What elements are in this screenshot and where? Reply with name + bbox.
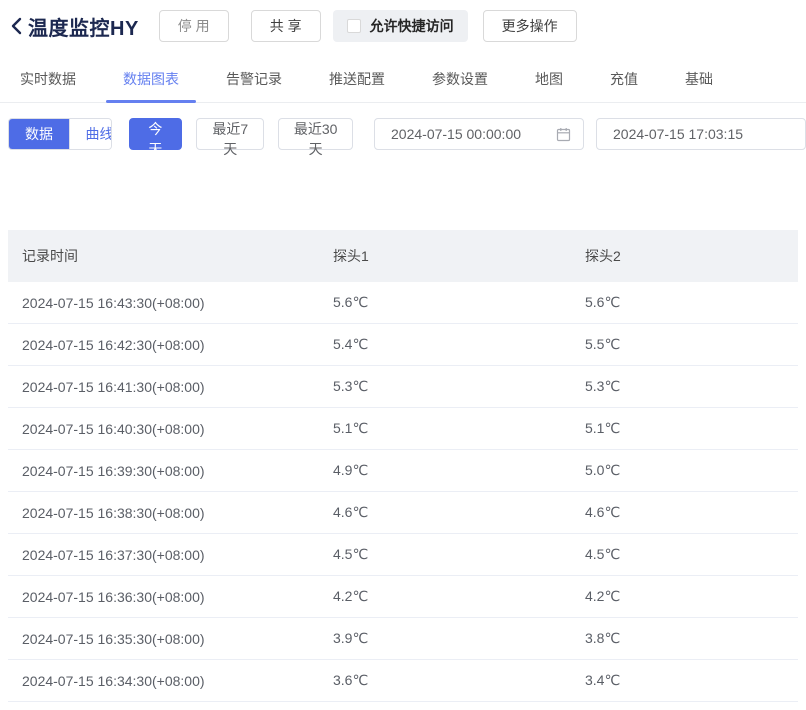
page-title: 温度监控HY — [28, 12, 139, 41]
column-header-record-time: 记录时间 — [8, 246, 319, 266]
record-time-cell: 2024-07-15 16:41:30(+08:00) — [8, 379, 319, 395]
tab-7[interactable]: 基础 — [685, 69, 713, 89]
record-time-cell: 2024-07-15 16:34:30(+08:00) — [8, 673, 319, 689]
stop-button[interactable]: 停 用 — [159, 10, 229, 42]
probe1-cell: 5.6℃ — [319, 294, 571, 311]
probe2-cell: 4.6℃ — [571, 504, 798, 521]
tab-5[interactable]: 地图 — [535, 69, 563, 89]
record-time-cell: 2024-07-15 16:39:30(+08:00) — [8, 463, 319, 479]
column-header-probe2: 探头2 — [571, 246, 798, 266]
record-time-cell: 2024-07-15 16:43:30(+08:00) — [8, 295, 319, 311]
table-row: 2024-07-15 16:39:30(+08:00)4.9℃5.0℃ — [8, 450, 798, 492]
probe2-cell: 5.0℃ — [571, 462, 798, 479]
back-button[interactable] — [6, 14, 26, 38]
probe1-cell: 5.3℃ — [319, 378, 571, 395]
end-datetime-value: 2024-07-15 17:03:15 — [613, 126, 793, 142]
record-time-cell: 2024-07-15 16:42:30(+08:00) — [8, 337, 319, 353]
tab-3[interactable]: 推送配置 — [329, 69, 385, 89]
table-row: 2024-07-15 16:35:30(+08:00)3.9℃3.8℃ — [8, 618, 798, 660]
range-7days-button[interactable]: 最近7天 — [196, 118, 264, 150]
start-datetime-input[interactable]: 2024-07-15 00:00:00 — [374, 118, 584, 150]
table-row: 2024-07-15 16:38:30(+08:00)4.6℃4.6℃ — [8, 492, 798, 534]
quick-access-label: 允许快捷访问 — [370, 16, 454, 36]
tabs-bar: 实时数据 数据图表 告警记录 推送配置 参数设置 地图 充值 基础 — [0, 69, 806, 103]
column-header-probe1: 探头1 — [319, 246, 571, 266]
tab-1[interactable]: 数据图表 — [123, 69, 179, 89]
tab-6[interactable]: 充值 — [610, 69, 638, 89]
record-time-cell: 2024-07-15 16:40:30(+08:00) — [8, 421, 319, 437]
app-header: 温度监控HY 停 用 共 享 允许快捷访问 更多操作 — [6, 9, 806, 43]
share-button[interactable]: 共 享 — [251, 10, 321, 42]
record-time-cell: 2024-07-15 16:35:30(+08:00) — [8, 631, 319, 647]
end-datetime-input[interactable]: 2024-07-15 17:03:15 — [596, 118, 806, 150]
filter-row: 数据 曲线 今天 最近7天 最近30天 2024-07-15 00:00:00 … — [8, 118, 806, 150]
record-time-cell: 2024-07-15 16:38:30(+08:00) — [8, 505, 319, 521]
table-row: 2024-07-15 16:41:30(+08:00)5.3℃5.3℃ — [8, 366, 798, 408]
probe1-cell: 5.4℃ — [319, 336, 571, 353]
range-today-button[interactable]: 今天 — [129, 118, 183, 150]
table-row: 2024-07-15 16:42:30(+08:00)5.4℃5.5℃ — [8, 324, 798, 366]
probe2-cell: 4.2℃ — [571, 588, 798, 605]
record-time-cell: 2024-07-15 16:37:30(+08:00) — [8, 547, 319, 563]
record-time-cell: 2024-07-15 16:36:30(+08:00) — [8, 589, 319, 605]
tab-0[interactable]: 实时数据 — [20, 69, 76, 89]
probe2-cell: 5.5℃ — [571, 336, 798, 353]
probe2-cell: 4.5℃ — [571, 546, 798, 563]
quick-access-toggle[interactable]: 允许快捷访问 — [333, 10, 468, 42]
probe1-cell: 3.6℃ — [319, 672, 571, 689]
probe1-cell: 4.6℃ — [319, 504, 571, 521]
table-row: 2024-07-15 16:40:30(+08:00)5.1℃5.1℃ — [8, 408, 798, 450]
probe2-cell: 5.3℃ — [571, 378, 798, 395]
tab-4[interactable]: 参数设置 — [432, 69, 488, 89]
probe1-cell: 3.9℃ — [319, 630, 571, 647]
probe2-cell: 3.4℃ — [571, 672, 798, 689]
table-row: 2024-07-15 16:36:30(+08:00)4.2℃4.2℃ — [8, 576, 798, 618]
records-table: 记录时间 探头1 探头2 2024-07-15 16:43:30(+08:00)… — [8, 230, 798, 702]
probe2-cell: 3.8℃ — [571, 630, 798, 647]
table-row: 2024-07-15 16:43:30(+08:00)5.6℃5.6℃ — [8, 282, 798, 324]
view-mode-toggle: 数据 曲线 — [8, 118, 112, 150]
probe1-cell: 4.2℃ — [319, 588, 571, 605]
quick-access-checkbox[interactable] — [347, 19, 361, 33]
probe2-cell: 5.1℃ — [571, 420, 798, 437]
view-mode-curve[interactable]: 曲线 — [69, 119, 112, 149]
range-30days-button[interactable]: 最近30天 — [278, 118, 353, 150]
probe1-cell: 5.1℃ — [319, 420, 571, 437]
table-header: 记录时间 探头1 探头2 — [8, 230, 798, 282]
table-body: 2024-07-15 16:43:30(+08:00)5.6℃5.6℃2024-… — [8, 282, 798, 702]
probe2-cell: 5.6℃ — [571, 294, 798, 311]
chevron-left-icon — [10, 17, 22, 35]
probe1-cell: 4.9℃ — [319, 462, 571, 479]
probe1-cell: 4.5℃ — [319, 546, 571, 563]
more-actions-button[interactable]: 更多操作 — [483, 10, 577, 42]
table-row: 2024-07-15 16:37:30(+08:00)4.5℃4.5℃ — [8, 534, 798, 576]
table-row: 2024-07-15 16:34:30(+08:00)3.6℃3.4℃ — [8, 660, 798, 702]
view-mode-data[interactable]: 数据 — [9, 119, 69, 149]
tab-2[interactable]: 告警记录 — [226, 69, 282, 89]
calendar-icon — [556, 127, 571, 142]
start-datetime-value: 2024-07-15 00:00:00 — [391, 126, 548, 142]
